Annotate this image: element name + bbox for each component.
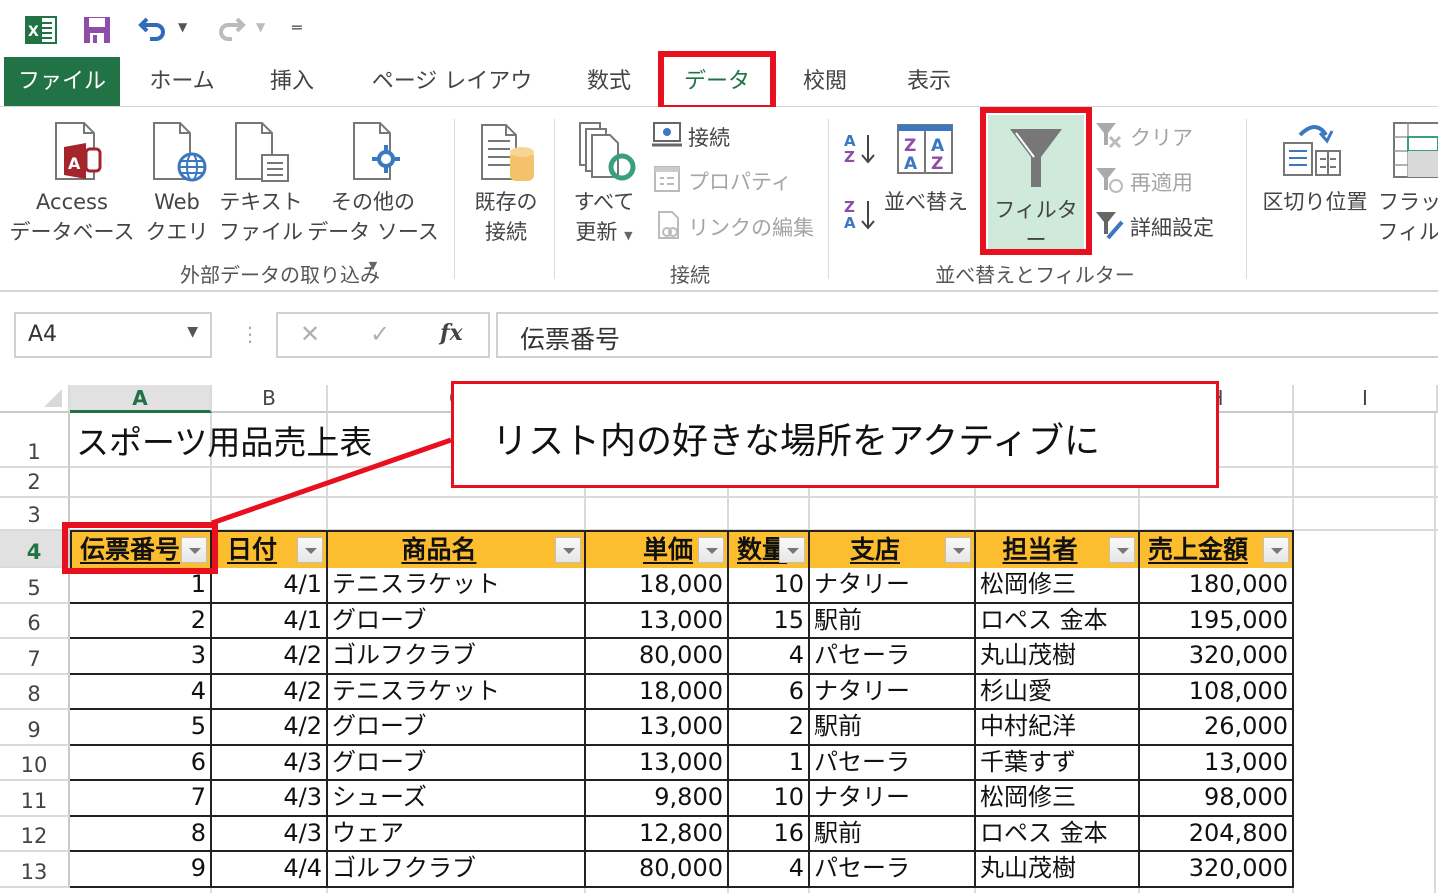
callout-box: リスト内の好きな場所をアクティブに <box>451 381 1219 488</box>
